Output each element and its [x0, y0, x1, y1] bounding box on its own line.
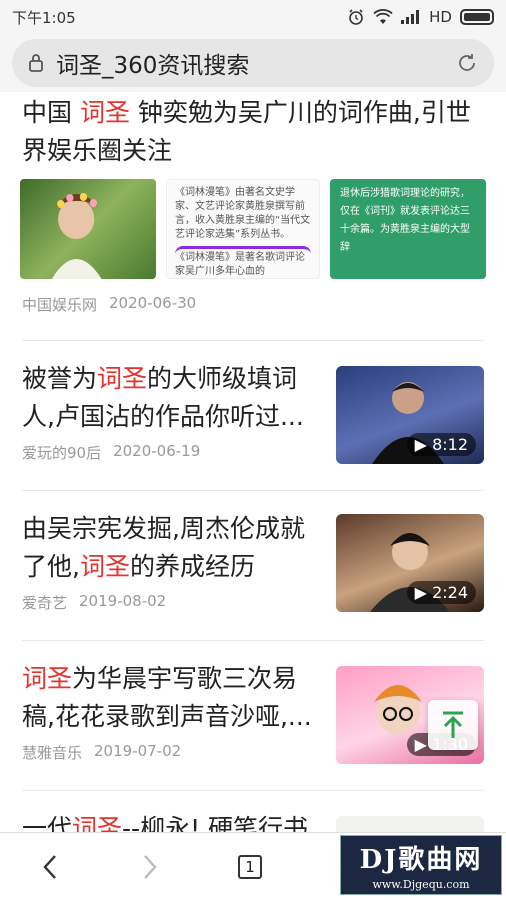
thumbnail-text-block: 退休后涉猎歌词理论的研究，仅在《词刊》就发表评论达三十余篇。为黄胜泉主编的大型辞 [340, 188, 470, 253]
video-thumbnail[interactable]: ▶ 2:24 [336, 514, 484, 612]
news-thumbnail-text: 《词林漫笔》由著名文史学家、文艺评论家黄胜泉撰写前言，收入黄胜泉主编的“当代文艺… [166, 179, 320, 279]
alarm-icon [349, 9, 363, 25]
title-text: 的养成经历 [129, 552, 255, 581]
news-title[interactable]: 被誉为词圣的大师级填词人,卢国沾的作品你听过... [22, 360, 322, 436]
duration-text: 8:12 [432, 435, 468, 454]
news-item[interactable]: 词圣为华晨宇写歌三次易稿,花花录歌到声音沙哑,... 慧雅音乐 2019-07-… [22, 660, 484, 764]
video-thumbnail[interactable]: ▶ 8:12 [336, 366, 484, 464]
status-icons: HD [347, 8, 494, 26]
news-item[interactable]: 被誉为词圣的大师级填词人,卢国沾的作品你听过... 爱玩的90后 2020-06… [22, 360, 484, 464]
divider [22, 340, 484, 341]
news-date: 2020-06-19 [113, 442, 201, 460]
signal-icon [401, 10, 420, 24]
tabs-count-icon: 1 [238, 854, 262, 879]
page-title: 词圣_360资讯搜索 [56, 53, 250, 79]
watermark-text: DJ歌曲网 [359, 845, 483, 875]
title-text: --柳永! 硬笔行书 [122, 814, 309, 832]
address-bar[interactable]: 词圣_360资讯搜索 [12, 39, 494, 87]
news-thumbnails[interactable]: 《词林漫笔》由著名文史学家、文艺评论家黄胜泉撰写前言，收入黄胜泉主编的“当代文艺… [20, 179, 486, 279]
title-text: 被誉为 [22, 364, 98, 393]
thumbnail-text-block: 《词林漫笔》是著名歌词评论家吴广川多年心血的 [175, 246, 311, 278]
forward-button[interactable] [100, 853, 200, 881]
news-item[interactable]: 中国 词圣 钟奕勉为吴广川的词作曲,引世界娱乐圈关注 [22, 94, 484, 170]
title-text: 一代 [22, 814, 73, 832]
video-duration: ▶ 8:12 [406, 433, 476, 456]
video-duration: ▶ 2:24 [406, 581, 476, 604]
news-source: 中国娱乐网 [22, 296, 98, 314]
tabs-button[interactable]: 1 [200, 854, 300, 879]
news-item[interactable]: 由吴宗宪发掘,周杰伦成就了他,词圣的养成经历 爱奇艺 2019-08-02 ▶ … [22, 510, 484, 613]
news-date: 2019-07-02 [94, 742, 182, 760]
arrow-up-icon [443, 711, 463, 738]
news-title[interactable]: 由吴宗宪发掘,周杰伦成就了他,词圣的养成经历 [22, 510, 322, 586]
lock-icon [29, 54, 43, 72]
news-source: 爱玩的90后 [22, 444, 102, 462]
keyword-highlight: 词圣 [72, 814, 123, 832]
news-source: 慧雅音乐 [22, 744, 83, 762]
refresh-icon[interactable] [456, 52, 478, 74]
status-bar: 下午1:05 HD [0, 0, 506, 34]
duration-text: 2:24 [432, 583, 468, 602]
back-button[interactable] [0, 853, 100, 881]
news-title[interactable]: 一代词圣--柳永! 硬笔行书 [22, 810, 322, 832]
chevron-left-icon [43, 854, 56, 879]
keyword-highlight: 词圣 [22, 664, 73, 693]
battery-icon [460, 9, 494, 25]
network-type: HD [429, 8, 452, 26]
wifi-icon [373, 9, 393, 24]
news-thumbnail-photo [20, 179, 156, 279]
status-time: 下午1:05 [12, 8, 76, 27]
watermark-url: www.Djgequ.com [372, 878, 470, 891]
keyword-highlight: 词圣 [97, 364, 148, 393]
video-thumbnail[interactable] [336, 816, 484, 832]
chevron-right-icon [144, 854, 157, 879]
divider [22, 640, 484, 641]
site-watermark-logo: DJ歌曲网 www.Djgequ.com [340, 835, 502, 895]
news-item[interactable]: 一代词圣--柳永! 硬笔行书 [22, 810, 484, 832]
back-to-top-button[interactable] [428, 700, 478, 750]
keyword-highlight: 词圣 [79, 98, 130, 127]
divider [22, 790, 484, 791]
keyword-highlight: 词圣 [79, 552, 130, 581]
news-date: 2020-06-30 [109, 294, 197, 312]
tab-count: 1 [245, 857, 255, 876]
news-date: 2019-08-02 [79, 592, 167, 610]
news-title[interactable]: 中国 词圣 钟奕勉为吴广川的词作曲,引世界娱乐圈关注 [22, 94, 484, 170]
portrait-image [51, 193, 102, 279]
news-meta: 中国娱乐网 2020-06-30 [22, 294, 484, 315]
title-text: 中国 [22, 98, 80, 127]
divider [22, 490, 484, 491]
news-title[interactable]: 词圣为华晨宇写歌三次易稿,花花录歌到声音沙哑,... [22, 660, 322, 736]
news-source: 爱奇艺 [22, 594, 68, 612]
address-bar-container: 词圣_360资讯搜索 [0, 34, 506, 92]
news-thumbnail-green: 退休后涉猎歌词理论的研究，仅在《词刊》就发表评论达三十余篇。为黄胜泉主编的大型辞 [330, 179, 486, 279]
thumbnail-text-block: 《词林漫笔》由著名文史学家、文艺评论家黄胜泉撰写前言，收入黄胜泉主编的“当代文艺… [175, 187, 311, 240]
